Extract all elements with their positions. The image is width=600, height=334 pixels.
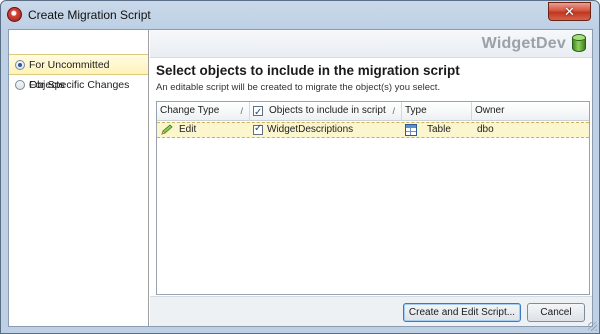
page-title: Select objects to include in the migrati… bbox=[156, 63, 460, 78]
window-title: Create Migration Script bbox=[28, 8, 151, 22]
table-icon bbox=[405, 124, 417, 136]
page-subtitle: An editable script will be created to mi… bbox=[156, 82, 441, 93]
select-all-checkbox[interactable] bbox=[253, 104, 263, 122]
sidebar-item-uncommitted-objects[interactable]: For Uncommitted Objects bbox=[9, 54, 148, 91]
mode-sidebar: For Uncommitted Objects For Specific Cha… bbox=[9, 30, 149, 326]
app-logo-icon bbox=[7, 7, 22, 22]
cancel-button[interactable]: Cancel bbox=[527, 303, 585, 322]
cell-change-type: Edit bbox=[179, 124, 197, 135]
database-icon bbox=[572, 34, 586, 52]
column-header-owner[interactable]: Owner bbox=[472, 102, 589, 121]
column-label: Owner bbox=[475, 105, 505, 116]
close-button[interactable]: ✕ bbox=[548, 2, 591, 21]
dialog-client-area: For Uncommitted Objects For Specific Cha… bbox=[8, 29, 593, 327]
sort-indicator-icon: / bbox=[392, 106, 395, 116]
column-label: Objects to include in script bbox=[269, 105, 386, 116]
dialog-footer: Create and Edit Script... Cancel bbox=[150, 296, 592, 326]
objects-grid: Change Type / Objects to include in scri… bbox=[156, 101, 590, 295]
radio-uncommitted-objects[interactable] bbox=[15, 60, 25, 70]
sidebar-item-specific-changes[interactable]: For Specific Changes bbox=[9, 75, 148, 96]
header-band: WidgetDev bbox=[150, 30, 592, 58]
column-header-objects[interactable]: Objects to include in script / bbox=[250, 102, 402, 122]
column-header-type[interactable]: Type bbox=[402, 102, 472, 121]
radio-specific-changes[interactable] bbox=[15, 80, 25, 90]
column-label: Type bbox=[405, 105, 427, 116]
sort-indicator-icon: / bbox=[240, 106, 243, 116]
pencil-icon bbox=[161, 124, 173, 135]
resize-grip-icon[interactable] bbox=[588, 322, 597, 331]
cell-type: Table bbox=[427, 124, 451, 135]
title-bar[interactable]: Create Migration Script ✕ bbox=[1, 1, 599, 28]
brand-logo-text: WidgetDev bbox=[481, 35, 566, 52]
cell-object-name: WidgetDescriptions bbox=[267, 124, 354, 135]
column-header-change-type[interactable]: Change Type / bbox=[157, 102, 250, 121]
create-and-edit-script-button[interactable]: Create and Edit Script... bbox=[403, 303, 521, 322]
table-row[interactable]: Edit WidgetDescriptions Table dbo bbox=[157, 122, 589, 138]
column-label: Change Type bbox=[160, 105, 220, 116]
dialog-window: Create Migration Script ✕ For Uncommitte… bbox=[0, 0, 600, 334]
cell-owner: dbo bbox=[477, 124, 494, 135]
row-include-checkbox[interactable] bbox=[253, 123, 263, 135]
sidebar-item-label: For Specific Changes bbox=[29, 79, 130, 91]
grid-header: Change Type / Objects to include in scri… bbox=[157, 102, 589, 122]
close-icon: ✕ bbox=[564, 4, 575, 19]
